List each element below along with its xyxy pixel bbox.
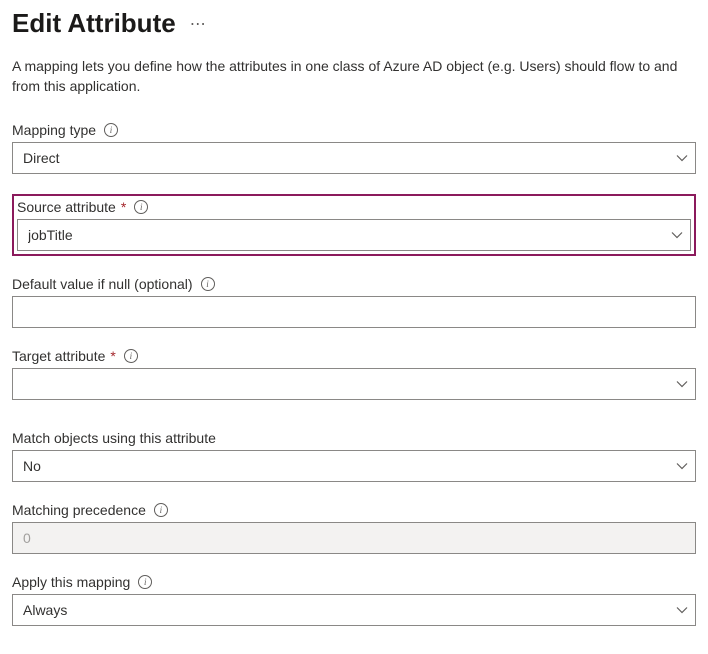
- label-text: Default value if null (optional): [12, 276, 193, 292]
- more-options-icon[interactable]: ⋯: [190, 14, 207, 34]
- page-title: Edit Attribute: [12, 8, 176, 39]
- apply-mapping-input[interactable]: [12, 594, 696, 626]
- info-icon[interactable]: i: [134, 200, 148, 214]
- label-text: Match objects using this attribute: [12, 430, 216, 446]
- info-icon[interactable]: i: [124, 349, 138, 363]
- info-icon[interactable]: i: [154, 503, 168, 517]
- matching-precedence-input: [12, 522, 696, 554]
- select-source-attribute[interactable]: [17, 219, 691, 251]
- required-indicator: *: [121, 199, 126, 215]
- field-matching-precedence: Matching precedence i: [12, 502, 696, 554]
- info-icon[interactable]: i: [201, 277, 215, 291]
- label-default-value: Default value if null (optional) i: [12, 276, 696, 292]
- required-indicator: *: [110, 348, 115, 364]
- select-apply-mapping[interactable]: [12, 594, 696, 626]
- label-text: Matching precedence: [12, 502, 146, 518]
- label-text: Source attribute: [17, 199, 116, 215]
- label-matching-precedence: Matching precedence i: [12, 502, 696, 518]
- page-header: Edit Attribute ⋯: [12, 8, 696, 39]
- match-objects-input[interactable]: [12, 450, 696, 482]
- field-target-attribute: Target attribute * i: [12, 348, 696, 400]
- highlighted-source-attribute: Source attribute * i: [12, 194, 696, 256]
- label-apply-mapping: Apply this mapping i: [12, 574, 696, 590]
- label-text: Apply this mapping: [12, 574, 130, 590]
- info-icon[interactable]: i: [104, 123, 118, 137]
- field-source-attribute: Source attribute * i: [17, 199, 691, 251]
- label-text: Mapping type: [12, 122, 96, 138]
- label-source-attribute: Source attribute * i: [17, 199, 691, 215]
- target-attribute-input[interactable]: [12, 368, 696, 400]
- info-icon[interactable]: i: [138, 575, 152, 589]
- label-text: Target attribute: [12, 348, 105, 364]
- field-match-objects: Match objects using this attribute: [12, 430, 696, 482]
- select-match-objects[interactable]: [12, 450, 696, 482]
- label-match-objects: Match objects using this attribute: [12, 430, 696, 446]
- label-mapping-type: Mapping type i: [12, 122, 696, 138]
- default-value-input[interactable]: [12, 296, 696, 328]
- field-default-value: Default value if null (optional) i: [12, 276, 696, 328]
- label-target-attribute: Target attribute * i: [12, 348, 696, 364]
- mapping-type-input[interactable]: [12, 142, 696, 174]
- field-apply-mapping: Apply this mapping i: [12, 574, 696, 626]
- select-target-attribute[interactable]: [12, 368, 696, 400]
- source-attribute-input[interactable]: [17, 219, 691, 251]
- select-mapping-type[interactable]: [12, 142, 696, 174]
- page-description: A mapping lets you define how the attrib…: [12, 57, 696, 96]
- field-mapping-type: Mapping type i: [12, 122, 696, 174]
